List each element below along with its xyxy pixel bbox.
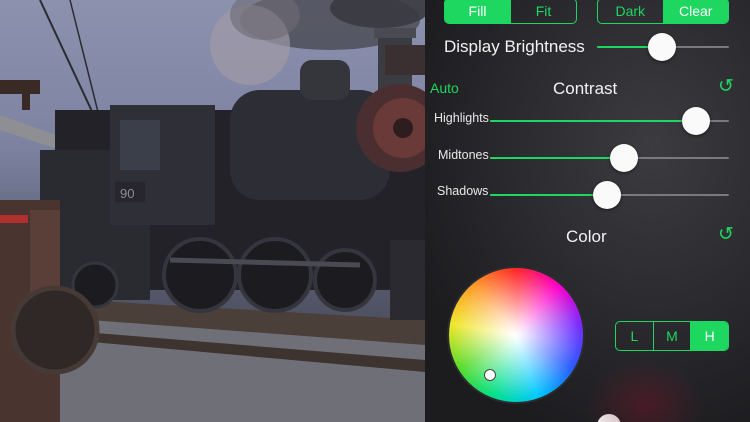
highlights-slider[interactable] (490, 107, 729, 135)
color-reset-icon[interactable]: ↺ (718, 225, 734, 244)
slider-fill (490, 157, 624, 159)
fit-option[interactable]: Fit (510, 0, 576, 23)
high-option[interactable]: H (690, 322, 728, 350)
shadows-slider[interactable] (490, 181, 729, 209)
display-brightness-label: Display Brightness (444, 37, 585, 56)
settings-panel: Fill Fit Dark Clear Display Brightness A… (425, 0, 750, 422)
color-wheel-handle[interactable] (484, 369, 496, 381)
contrast-title: Contrast (553, 79, 618, 98)
clear-option[interactable]: Clear (662, 0, 728, 23)
highlights-label: Highlights (434, 111, 489, 125)
low-option[interactable]: L (616, 322, 653, 350)
display-brightness-slider[interactable] (597, 33, 729, 61)
slider-fill (490, 194, 608, 196)
slider-knob[interactable] (681, 107, 710, 135)
locomotive-photo: 90 (0, 0, 425, 422)
layout-segment: Fill Fit (444, 0, 577, 24)
slider-knob[interactable] (647, 33, 676, 61)
midtones-label: Midtones (438, 148, 489, 162)
tone-range-segment: L M H (615, 321, 729, 351)
color-wheel[interactable] (447, 266, 585, 404)
color-title: Color (566, 227, 607, 246)
auto-button[interactable]: Auto (430, 80, 459, 96)
mid-option[interactable]: M (652, 322, 691, 350)
fill-option[interactable]: Fill (445, 0, 510, 23)
slider-knob[interactable] (593, 181, 622, 209)
engine-number: 90 (120, 186, 134, 201)
slider-knob[interactable] (609, 144, 638, 172)
slider-fill (490, 120, 696, 122)
photo-view[interactable]: 90 (0, 0, 425, 422)
shadows-label: Shadows (437, 184, 489, 198)
dark-option[interactable]: Dark (598, 0, 663, 23)
slider-knob[interactable] (597, 414, 621, 422)
theme-segment: Dark Clear (597, 0, 729, 24)
midtones-slider[interactable] (490, 144, 729, 172)
contrast-reset-icon[interactable]: ↺ (718, 77, 734, 96)
